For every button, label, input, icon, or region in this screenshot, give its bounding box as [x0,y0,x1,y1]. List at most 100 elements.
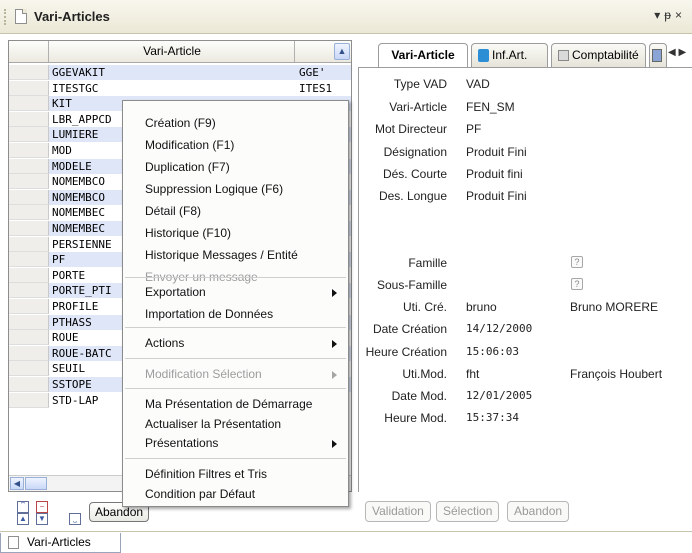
row-selector[interactable] [9,205,49,221]
row-selector[interactable] [9,314,49,330]
value-uti-cre: bruno [466,300,497,314]
tab-comptabilite[interactable]: Comptabilité [551,43,646,67]
value-vari-article: FEN_SM [466,100,515,114]
label-famille: Famille [408,256,447,270]
info-book-icon [478,49,489,63]
row-selector[interactable] [9,189,49,205]
pin-icon[interactable]: ᵽ [664,8,675,22]
document-icon [8,536,19,549]
menu-separator [125,277,346,278]
window-title: Vari-Articles [34,9,110,24]
row-selector[interactable] [9,236,49,252]
menu-item-importation[interactable]: Importation de Données [145,307,273,321]
submenu-arrow-icon [332,371,337,379]
column-header-vari-article[interactable]: Vari-Article [50,41,295,62]
menu-item-modification-selection[interactable]: Modification Sélection [145,367,262,381]
menu-item-condition-defaut[interactable]: Condition par Défaut [145,487,255,501]
row-selector[interactable] [9,111,49,127]
label-heure-mod: Heure Mod. [384,411,447,425]
row-selector[interactable] [9,96,49,112]
window-controls: ▾ᵽ× [654,8,686,22]
row-selector[interactable] [9,252,49,268]
row-selector[interactable] [9,361,49,377]
next-record-icon[interactable]: ▼ [36,513,48,525]
menu-item-suppression[interactable]: Suppression Logique (F6) [145,182,283,196]
row-selector[interactable] [9,174,49,190]
selector-column-header[interactable] [9,41,49,62]
label-des-courte: Dés. Courte [382,167,447,181]
label-designation: Désignation [383,145,447,159]
row-selector[interactable] [9,345,49,361]
tab-label: Inf.Art. [492,48,528,62]
dropdown-icon[interactable]: ▾ [654,8,664,22]
label-mot-directeur: Mot Directeur [374,122,447,136]
row-selector[interactable] [9,221,49,236]
value-date-creation: 14/12/2000 [466,322,533,335]
menu-item-actions[interactable]: Actions [145,336,184,350]
validation-button[interactable]: Validation [365,501,431,522]
tab-label: Comptabilité [572,48,639,62]
value-heure-mod: 15:37:34 [466,411,519,424]
scroll-thumb[interactable] [25,477,47,490]
value-des-longue: Produit Fini [466,189,527,203]
row-selector[interactable] [9,143,49,158]
abandon-button[interactable]: Abandon [507,501,570,522]
menu-item-modification[interactable]: Modification (F1) [145,138,234,152]
scroll-up-icon[interactable]: ▲ [334,43,350,60]
menu-item-historique-messages[interactable]: Historique Messages / Entité [145,248,298,262]
cell-secondary: GGE' [299,66,326,79]
prev-record-icon[interactable]: ▲ [17,513,29,525]
tab-strip: Vari-Article Inf.Art. Comptabilité [360,43,692,68]
row-selector[interactable] [9,299,49,314]
last-record-icon[interactable]: ⎵ [69,513,81,525]
table-row[interactable]: ITESTGC ITES1 [9,80,351,96]
menu-item-actualiser[interactable]: Actualiser la Présentation [145,417,281,431]
row-selector[interactable] [9,80,49,96]
row-selector[interactable] [9,330,49,346]
grip-handle[interactable] [4,9,8,25]
label-date-creation: Date Création [372,322,447,336]
cell-vari-article: GGEVAKIT [52,66,105,79]
book-icon [652,49,662,63]
label-uti-cre: Uti. Cré. [402,300,447,314]
menu-item-presentations[interactable]: Présentations [145,436,218,450]
value-heure-creation: 15:06:03 [466,345,519,358]
row-selector[interactable] [9,127,49,143]
tab-inf-art[interactable]: Inf.Art. [471,43,548,67]
menu-separator [125,358,346,359]
menu-item-duplication[interactable]: Duplication (F7) [145,160,230,174]
menu-item-exportation[interactable]: Exportation [145,285,206,299]
delete-record-icon[interactable]: − [36,501,48,513]
value-uti-mod: fht [466,367,480,381]
menu-item-definition-filtres[interactable]: Définition Filtres et Tris [145,467,267,481]
first-record-icon[interactable]: ⎴ [17,501,29,513]
label-uti-mod: Uti.Mod. [402,367,447,381]
value-mot-directeur: PF [466,122,482,136]
row-selector[interactable] [9,267,49,283]
close-icon[interactable]: × [675,8,686,22]
row-selector[interactable] [9,65,49,80]
famille-help-icon[interactable]: ? [571,256,583,268]
value-designation: Produit Fini [466,145,527,159]
tab-scroll-arrows[interactable]: ◀ ▶ [668,47,686,58]
row-selector[interactable] [9,392,49,408]
label-heure-creation: Heure Création [365,345,447,359]
table-row[interactable]: GGEVAKIT GGE' [9,65,351,80]
menu-item-historique[interactable]: Historique (F10) [145,226,231,240]
value-uti-cre-name: Bruno MORERE [570,300,659,314]
selection-button[interactable]: Sélection [436,501,500,522]
menu-separator [125,388,346,389]
tab-vari-article[interactable]: Vari-Article [378,43,468,68]
row-selector[interactable] [9,377,49,392]
label-type-vad: Type VAD [393,77,447,91]
row-selector[interactable] [9,283,49,299]
menu-item-detail[interactable]: Détail (F8) [145,204,201,218]
scroll-left-icon[interactable]: ◀ [10,477,24,490]
tab-overflow[interactable] [649,43,667,67]
tab-label: Vari-Article [391,48,455,62]
menu-item-creation[interactable]: Création (F9) [145,116,216,130]
menu-item-ma-presentation[interactable]: Ma Présentation de Démarrage [145,397,312,411]
sous-famille-help-icon[interactable]: ? [571,278,583,290]
value-type-vad: VAD [466,77,490,91]
row-selector[interactable] [9,158,49,174]
